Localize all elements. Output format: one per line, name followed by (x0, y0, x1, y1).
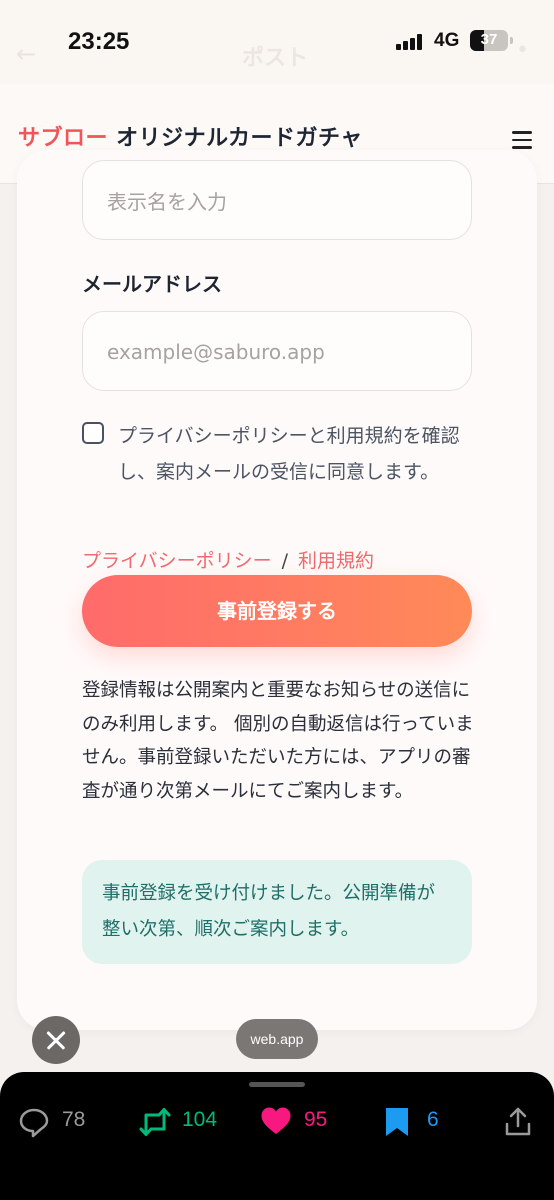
back-arrow-icon[interactable]: ← (16, 40, 36, 68)
bookmark-icon (386, 1108, 408, 1136)
bookmark-button[interactable]: 6 (383, 1104, 443, 1140)
success-message: 事前登録を受け付けました。公開準備が整い次第、順次ご案内します。 (82, 860, 472, 964)
status-bar: ← ポスト • 23:25 4G 37 (0, 0, 554, 84)
reply-icon (19, 1108, 49, 1138)
email-placeholder: example@saburo.app (107, 340, 325, 364)
repost-count: 104 (182, 1108, 218, 1131)
hamburger-menu-icon[interactable] (512, 131, 532, 149)
like-count: 95 (304, 1108, 328, 1131)
battery-icon: 37 (470, 30, 508, 51)
display-name-placeholder: 表示名を入力 (107, 190, 227, 214)
url-pill[interactable]: web.app (236, 1019, 318, 1059)
consent-checkbox[interactable] (82, 422, 104, 444)
drag-handle[interactable] (249, 1082, 305, 1087)
display-name-input[interactable]: 表示名を入力 (82, 160, 472, 240)
close-icon[interactable] (32, 1016, 80, 1064)
terms-link[interactable]: 利用規約 (298, 550, 374, 572)
clock: 23:25 (68, 28, 130, 55)
battery-tip (510, 37, 513, 44)
share-icon (505, 1107, 531, 1136)
success-text: 事前登録を受け付けました。公開準備が整い次第、順次ご案内します。 (102, 883, 436, 940)
underlying-page-title: ポスト (242, 46, 309, 71)
bookmark-count: 6 (427, 1108, 439, 1131)
reply-count: 78 (62, 1108, 86, 1131)
repost-button[interactable]: 104 (138, 1104, 238, 1140)
heart-icon (261, 1107, 291, 1134)
screen: ← ポスト • 23:25 4G 37 サブロー オリジナルカードガチャ 表示名… (0, 0, 554, 1200)
brand-accent: サブロー (18, 126, 109, 151)
like-button[interactable]: 95 (260, 1104, 340, 1140)
preregister-button[interactable]: 事前登録する (82, 575, 472, 647)
repost-icon (139, 1108, 171, 1136)
reply-button[interactable]: 78 (18, 1104, 98, 1140)
share-button[interactable] (504, 1104, 534, 1140)
brand-title[interactable]: サブロー オリジナルカードガチャ (18, 120, 363, 152)
network-type: 4G (434, 30, 460, 51)
consent-text: プライバシーポリシーと利用規約を確認し、案内メールの受信に同意します。 (118, 425, 460, 483)
battery-level: 37 (480, 31, 498, 48)
privacy-notice: 登録情報は公開案内と重要なお知らせの送信にのみ利用します。 個別の自動返信は行っ… (82, 680, 474, 802)
policy-links: プライバシーポリシー / 利用規約 (82, 546, 374, 573)
email-input[interactable]: example@saburo.app (82, 311, 472, 391)
link-separator: / (281, 550, 289, 572)
more-icon[interactable]: • (516, 38, 529, 63)
privacy-policy-link[interactable]: プライバシーポリシー (82, 550, 272, 572)
brand-rest: オリジナルカードガチャ (108, 126, 363, 151)
signal-icon (396, 34, 424, 50)
email-label: メールアドレス (82, 272, 222, 296)
